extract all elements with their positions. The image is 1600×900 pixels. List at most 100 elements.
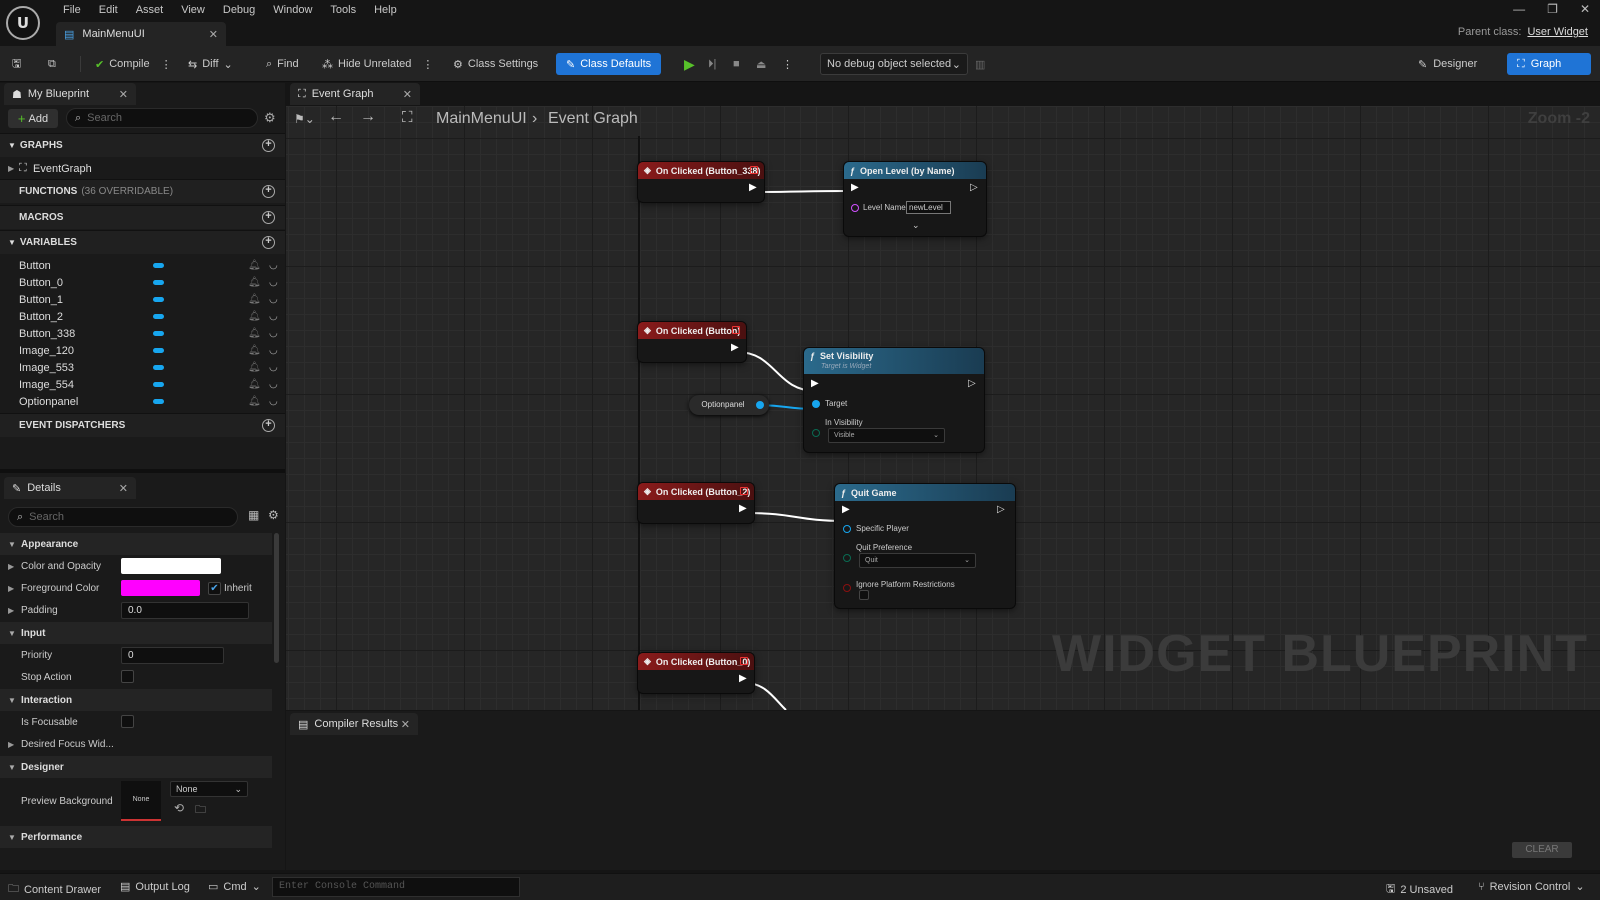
variable-item[interactable]: Image_554 🔔︎ ◡: [0, 376, 285, 393]
stop-button[interactable]: ■: [733, 53, 740, 75]
browse-icon[interactable]: ⧉: [48, 53, 56, 75]
more-icon[interactable]: ⋮: [422, 58, 433, 71]
optionpanel-getter-node[interactable]: Optionpanel: [689, 395, 769, 415]
quit-game-node[interactable]: ƒ Quit Game ▶ ▷ Specific Player Quit Pref…: [835, 484, 1015, 608]
eye-icon[interactable]: ◡: [269, 260, 278, 271]
event-node-button-0[interactable]: ◈ On Clicked (Button_0) ▶: [638, 653, 754, 693]
blueprint-search-input[interactable]: ⌕ Search: [66, 108, 258, 128]
close-icon[interactable]: ✕: [209, 28, 218, 41]
close-window-icon[interactable]: ✕: [1580, 2, 1590, 16]
class-settings-button[interactable]: ⚙ Class Settings: [453, 53, 538, 75]
bell-icon[interactable]: 🔔︎: [248, 294, 261, 305]
add-variable-icon[interactable]: +: [262, 236, 275, 249]
set-visibility-node[interactable]: ƒ Set Visibility Target is Widget ▶ ▷ Tar…: [804, 348, 984, 452]
interaction-section[interactable]: ▼ Interaction: [0, 689, 272, 711]
eye-icon[interactable]: ◡: [269, 396, 278, 407]
bell-icon[interactable]: 🔔︎: [248, 379, 261, 390]
object-pin-icon[interactable]: [756, 401, 764, 409]
foreground-color-swatch[interactable]: [121, 580, 200, 596]
add-button[interactable]: + Add: [8, 109, 58, 128]
bell-icon[interactable]: 🔔︎: [248, 260, 261, 271]
variable-item[interactable]: Button_0 🔔︎ ◡: [0, 274, 285, 291]
console-input[interactable]: Enter Console Command: [272, 877, 520, 897]
macros-section[interactable]: MACROS +: [0, 205, 285, 229]
exec-out-pin-icon[interactable]: ▷: [968, 378, 976, 389]
graph-mode-button[interactable]: ⛶ Graph: [1507, 53, 1591, 75]
browse-folder-icon[interactable]: 🗀: [195, 801, 206, 820]
exec-out-pin-icon[interactable]: ▶: [739, 503, 747, 514]
bell-icon[interactable]: 🔔︎: [248, 396, 261, 407]
gear-icon[interactable]: ⚙: [268, 508, 279, 522]
is-focusable-checkbox[interactable]: [121, 715, 134, 728]
eject-button[interactable]: ⏏: [756, 53, 766, 75]
reset-icon[interactable]: ⟲: [174, 801, 184, 815]
exec-out-pin-icon[interactable]: ▶: [731, 342, 739, 353]
clear-button[interactable]: CLEAR: [1512, 842, 1572, 858]
delegate-pin-icon[interactable]: [740, 487, 748, 495]
find-button[interactable]: ⌕ Find: [266, 53, 299, 75]
exec-in-pin-icon[interactable]: ▶: [842, 504, 850, 515]
inherit-checkbox[interactable]: ✔: [208, 582, 221, 595]
eye-icon[interactable]: ◡: [269, 311, 278, 322]
exec-out-pin-icon[interactable]: ▶: [739, 673, 747, 684]
add-function-icon[interactable]: +: [262, 185, 275, 198]
eye-icon[interactable]: ◡: [269, 294, 278, 305]
input-section[interactable]: ▼ Input: [0, 622, 272, 644]
eye-icon[interactable]: ◡: [269, 362, 278, 373]
bell-icon[interactable]: 🔔︎: [248, 277, 261, 288]
class-defaults-button[interactable]: ✎ Class Defaults: [556, 53, 662, 75]
diff-button[interactable]: ⇆ Diff ⌄: [188, 53, 233, 75]
content-drawer-button[interactable]: 🗀 Content Drawer: [8, 880, 101, 899]
designer-section[interactable]: ▼ Designer: [0, 756, 272, 778]
add-dispatcher-icon[interactable]: +: [262, 419, 275, 432]
level-name-input[interactable]: newLevel: [906, 201, 951, 214]
variable-item[interactable]: Optionpanel 🔔︎ ◡: [0, 393, 285, 410]
desired-focus-row[interactable]: ▶ Desired Focus Wid...: [0, 733, 272, 755]
event-dispatchers-section[interactable]: EVENT DISPATCHERS +: [0, 413, 285, 437]
exec-out-pin-icon[interactable]: ▷: [997, 504, 1005, 515]
delegate-pin-icon[interactable]: [732, 326, 740, 334]
variable-item[interactable]: Button_2 🔔︎ ◡: [0, 308, 285, 325]
eye-icon[interactable]: ◡: [269, 345, 278, 356]
cmd-select[interactable]: ▭ Cmd ⌄: [208, 880, 261, 894]
stop-action-checkbox[interactable]: [121, 670, 134, 683]
chevron-down-icon[interactable]: ⌄: [912, 220, 920, 231]
eye-icon[interactable]: ◡: [269, 277, 278, 288]
open-level-node[interactable]: ƒ Open Level (by Name) ▶ ▷ Level Name new…: [844, 162, 986, 236]
menu-edit[interactable]: Edit: [90, 2, 127, 18]
menu-file[interactable]: File: [54, 2, 90, 18]
menu-debug[interactable]: Debug: [214, 2, 264, 18]
parent-class-link[interactable]: User Widget: [1527, 26, 1588, 38]
eye-icon[interactable]: ◡: [269, 328, 278, 339]
priority-input[interactable]: 0: [121, 647, 224, 664]
close-icon[interactable]: ✕: [403, 88, 412, 101]
debug-filter-icon[interactable]: ▥: [975, 53, 985, 75]
event-graph-item[interactable]: ▶ ⛶ EventGraph: [0, 160, 285, 177]
output-log-button[interactable]: ▤ Output Log: [120, 880, 190, 894]
target-pin-icon[interactable]: [812, 400, 820, 408]
minimize-icon[interactable]: —: [1513, 2, 1525, 16]
appearance-section[interactable]: ▼ Appearance: [0, 533, 272, 555]
close-icon[interactable]: ✕: [119, 88, 128, 101]
details-scrollbar[interactable]: [274, 533, 279, 663]
event-node-button[interactable]: ◈ On Clicked (Button) ▶: [638, 322, 746, 362]
variables-section[interactable]: ▼ VARIABLES +: [0, 230, 285, 254]
gear-icon[interactable]: ⚙: [264, 110, 276, 126]
variable-item[interactable]: Button_1 🔔︎ ◡: [0, 291, 285, 308]
variable-item[interactable]: Image_553 🔔︎ ◡: [0, 359, 285, 376]
more-icon[interactable]: ⋮: [782, 53, 793, 75]
menu-tools[interactable]: Tools: [321, 2, 365, 18]
bool-pin-icon[interactable]: [843, 584, 851, 592]
details-tab[interactable]: ✎ Details ✕: [4, 477, 136, 499]
visibility-select[interactable]: Visible ⌄: [828, 428, 945, 443]
preview-background-select[interactable]: None ⌄: [170, 781, 248, 797]
play-button[interactable]: ▶: [684, 53, 695, 75]
event-node-button-2[interactable]: ◈ On Clicked (Button_2) ▶: [638, 483, 754, 523]
step-button[interactable]: ⏵︎|: [708, 53, 716, 75]
menu-help[interactable]: Help: [365, 2, 406, 18]
add-graph-icon[interactable]: +: [262, 139, 275, 152]
unreal-logo-icon[interactable]: U: [6, 6, 40, 40]
quit-preference-select[interactable]: Quit ⌄: [859, 553, 976, 568]
save-icon[interactable]: 🖫: [12, 53, 21, 75]
menu-asset[interactable]: Asset: [127, 2, 173, 18]
